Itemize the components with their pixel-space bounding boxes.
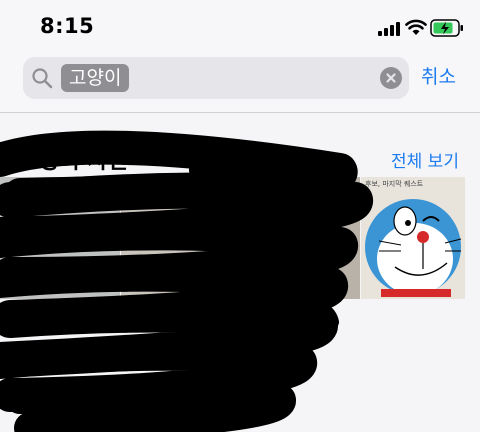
clear-search-button[interactable] [380, 67, 402, 89]
search-bar-container: 고양이 취소 [0, 52, 480, 112]
cancel-button[interactable]: 취소 [421, 62, 456, 89]
search-icon [32, 68, 53, 89]
section-title: 6장의 사진 [24, 149, 128, 174]
photo-thumbnail[interactable] [0, 177, 120, 299]
photo-thumbnail[interactable] [240, 177, 360, 299]
close-icon [386, 73, 396, 83]
search-query-token[interactable]: 고양이 [61, 64, 130, 92]
see-all-link[interactable]: 전체 보기 [391, 147, 459, 172]
search-field[interactable]: 고양이 [23, 57, 409, 99]
photo-thumbnail[interactable] [121, 177, 239, 299]
photo-thumbnail[interactable]: 후보, 마지막 퀘스트 [361, 177, 465, 299]
search-results: 6장의 사진 전체 보기 후보, 마지막 퀘스트 [0, 113, 480, 432]
cartoon-cat-image [365, 199, 462, 297]
signal-icon [378, 22, 400, 36]
photo-caption: 후보, 마지막 퀘스트 [365, 180, 424, 188]
status-time: 8:15 [40, 14, 95, 38]
wifi-icon [405, 19, 427, 35]
status-bar: 8:15 [0, 0, 480, 52]
battery-charging-icon [430, 19, 463, 37]
